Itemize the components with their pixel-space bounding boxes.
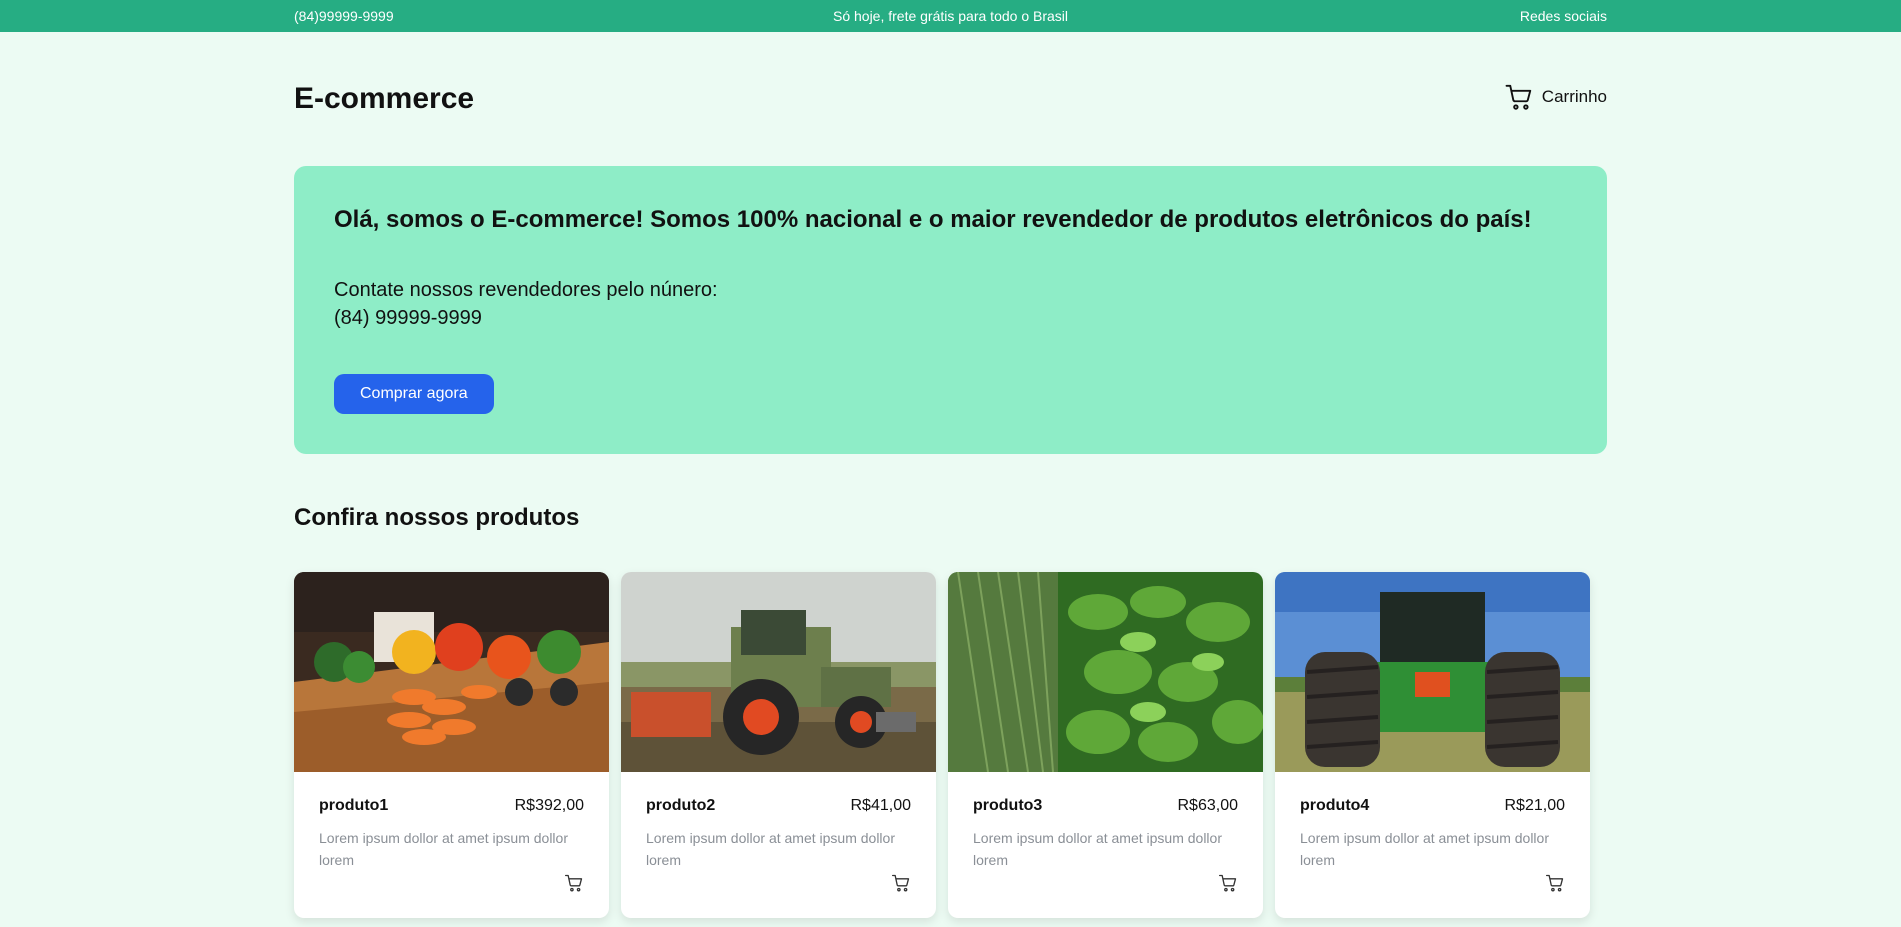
product-image bbox=[1275, 572, 1590, 772]
product-price: R$21,00 bbox=[1504, 797, 1566, 814]
header: E-commerce Carrinho bbox=[0, 32, 1901, 166]
product-description: Lorem ipsum dollor at amet ipsum dollor … bbox=[646, 830, 895, 868]
hero-banner: Olá, somos o E-commerce! Somos 100% naci… bbox=[294, 166, 1607, 454]
topbar-promo: Só hoje, frete grátis para todo o Brasil bbox=[832, 8, 1069, 24]
product-image bbox=[948, 572, 1263, 772]
buy-now-button[interactable]: Comprar agora bbox=[334, 374, 494, 414]
product-card[interactable]: produto4 R$21,00 Lorem ipsum dollor at a… bbox=[1275, 572, 1590, 918]
product-description: Lorem ipsum dollor at amet ipsum dollor … bbox=[319, 830, 568, 868]
topbar-phone: (84)99999-9999 bbox=[294, 8, 394, 24]
add-to-cart-icon[interactable] bbox=[1218, 873, 1238, 893]
product-price: R$41,00 bbox=[850, 797, 912, 814]
product-card[interactable]: produto2 R$41,00 Lorem ipsum dollor at a… bbox=[621, 572, 936, 918]
product-image bbox=[294, 572, 609, 772]
hero-contact: Contate nossos revendedores pelo núnero:… bbox=[334, 276, 1567, 332]
product-card[interactable]: produto1 R$392,00 Lorem ipsum dollor at … bbox=[294, 572, 609, 918]
hero-title: Olá, somos o E-commerce! Somos 100% naci… bbox=[334, 206, 1532, 233]
product-name: produto1 bbox=[319, 797, 389, 814]
product-grid: produto1 R$392,00 Lorem ipsum dollor at … bbox=[294, 572, 1607, 918]
product-image bbox=[621, 572, 936, 772]
add-to-cart-icon[interactable] bbox=[564, 873, 584, 893]
product-description: Lorem ipsum dollor at amet ipsum dollor … bbox=[973, 830, 1222, 868]
product-card[interactable]: produto3 R$63,00 Lorem ipsum dollor at a… bbox=[948, 572, 1263, 918]
main-content: Olá, somos o E-commerce! Somos 100% naci… bbox=[294, 166, 1607, 918]
site-logo[interactable]: E-commerce bbox=[294, 82, 474, 116]
add-to-cart-icon[interactable] bbox=[891, 873, 911, 893]
top-bar: (84)99999-9999 Só hoje, frete grátis par… bbox=[0, 0, 1901, 32]
cart-icon bbox=[1505, 84, 1531, 110]
product-name: produto3 bbox=[973, 797, 1043, 814]
products-section-title: Confira nossos produtos bbox=[294, 504, 580, 531]
product-price: R$63,00 bbox=[1177, 797, 1239, 814]
topbar-social-link[interactable]: Redes sociais bbox=[1520, 8, 1607, 24]
add-to-cart-icon[interactable] bbox=[1545, 873, 1565, 893]
product-name: produto2 bbox=[646, 797, 716, 814]
product-price: R$392,00 bbox=[514, 797, 584, 814]
cart-label: Carrinho bbox=[1541, 87, 1607, 106]
product-description: Lorem ipsum dollor at amet ipsum dollor … bbox=[1300, 830, 1549, 868]
product-name: produto4 bbox=[1300, 797, 1370, 814]
cart-link[interactable]: Carrinho bbox=[1504, 82, 1607, 112]
hero-contact-line: Contate nossos revendedores pelo núnero: bbox=[334, 279, 718, 301]
hero-contact-phone: (84) 99999-9999 bbox=[334, 307, 482, 329]
